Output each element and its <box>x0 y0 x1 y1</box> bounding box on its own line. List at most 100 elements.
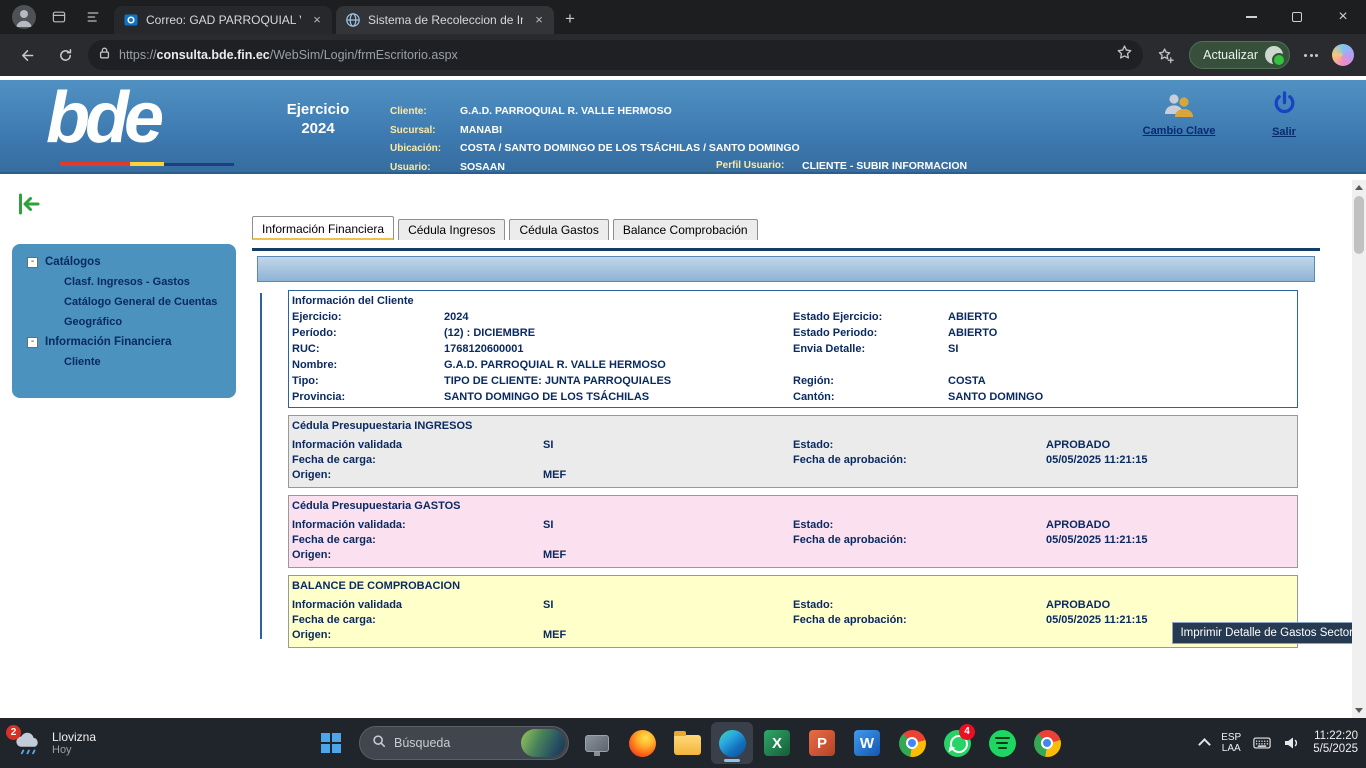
bookmark-star-icon[interactable] <box>1116 44 1133 66</box>
scroll-down-icon[interactable] <box>1352 703 1366 718</box>
tab-cedula-gastos[interactable]: Cédula Gastos <box>509 219 608 240</box>
powerpoint-icon[interactable] <box>801 722 843 764</box>
field-value: ABIERTO <box>948 325 1297 341</box>
content-box: Información del Cliente Ejercicio:2024 E… <box>252 248 1320 716</box>
sidebar-item-cliente[interactable]: Cliente <box>12 352 236 372</box>
chrome-icon[interactable] <box>891 722 933 764</box>
site-header: bde Ejercicio 2024 Cliente:G.A.D. PARROQ… <box>0 80 1366 174</box>
tab-close-icon[interactable] <box>530 11 548 29</box>
field-value: APROBADO <box>1046 598 1297 613</box>
back-icon[interactable] <box>12 40 42 70</box>
field-label: Fecha de aprobación: <box>793 613 1046 628</box>
field-label: Estado: <box>793 438 1046 453</box>
firefox-icon[interactable] <box>621 722 663 764</box>
actualizar-button[interactable]: Actualizar <box>1189 41 1290 69</box>
more-menu-icon[interactable] <box>1298 42 1324 68</box>
maximize-button[interactable] <box>1274 0 1320 34</box>
whatsapp-icon[interactable]: 4 <box>936 722 978 764</box>
field-label: Información validada <box>292 438 543 453</box>
close-window-button[interactable] <box>1320 0 1366 34</box>
spotify-icon[interactable] <box>981 722 1023 764</box>
field-label: Ejercicio: <box>292 309 444 325</box>
tray-date: 5/5/2025 <box>1313 743 1358 757</box>
page-scrollbar[interactable] <box>1352 180 1366 718</box>
tab-actions-icon[interactable] <box>78 4 108 30</box>
refresh-icon[interactable] <box>50 40 80 70</box>
tab-cedula-ingresos[interactable]: Cédula Ingresos <box>398 219 505 240</box>
address-bar[interactable]: https://consulta.bde.fin.ec/WebSim/Login… <box>88 40 1143 70</box>
field-label: Usuario: <box>390 160 460 177</box>
tray-overflow-icon[interactable] <box>1198 738 1211 751</box>
scrollbar-thumb[interactable] <box>1354 196 1364 254</box>
field-value: (12) : DICIEMBRE <box>444 325 793 341</box>
field-value: SANTO DOMINGO <box>948 389 1297 405</box>
field-label: Origen: <box>292 548 543 563</box>
tab-close-icon[interactable] <box>308 11 326 29</box>
field-label: Estado: <box>793 518 1046 533</box>
sidebar-item-informacion-financiera[interactable]: Información Financiera <box>45 336 172 348</box>
tab-title: Correo: GAD PARROQUIAL VALLE <box>146 13 301 27</box>
field-value: G.A.D. PARROQUIAL R. VALLE HERMOSO <box>444 357 793 373</box>
new-tab-button[interactable] <box>556 5 584 33</box>
tab-informacion-financiera[interactable]: Información Financiera <box>252 216 394 240</box>
file-explorer-icon[interactable] <box>666 722 708 764</box>
browser-profile-avatar[interactable] <box>12 5 36 29</box>
language-line2: LAA <box>1222 743 1241 755</box>
info-row: Fecha de carga: Fecha de aprobación:05/0… <box>289 613 1297 628</box>
sidebar-item-geografico[interactable]: Geográfico <box>12 312 236 332</box>
collapse-node-icon[interactable] <box>27 257 38 268</box>
actualizar-label: Actualizar <box>1203 48 1258 62</box>
field-label: Información validada <box>292 598 543 613</box>
field-label <box>793 357 948 373</box>
field-value: 1768120600001 <box>444 341 793 357</box>
collapse-menu-icon[interactable] <box>16 192 42 216</box>
field-value: SANTO DOMINGO DE LOS TSÁCHILAS <box>444 389 793 405</box>
sidebar-item-catalogo-general-cuentas[interactable]: Catálogo General de Cuentas <box>12 292 236 312</box>
volume-icon[interactable] <box>1283 735 1301 751</box>
sidebar-item-clasf-ingresos-gastos[interactable]: Clasf. Ingresos - Gastos <box>12 272 236 292</box>
field-value: MEF <box>543 468 793 483</box>
scroll-up-icon[interactable] <box>1352 180 1366 195</box>
language-indicator[interactable]: ESP LAA <box>1221 732 1241 755</box>
power-icon <box>1270 106 1299 123</box>
exercise-word: Ejercicio <box>268 100 368 119</box>
minimize-button[interactable] <box>1228 0 1274 34</box>
word-icon[interactable] <box>846 722 888 764</box>
field-label <box>793 628 1046 643</box>
browser-tab-correo[interactable]: Correo: GAD PARROQUIAL VALLE <box>114 6 332 34</box>
profile-label: Perfil Usuario: <box>716 158 784 175</box>
edge-icon[interactable] <box>711 722 753 764</box>
excel-icon[interactable] <box>756 722 798 764</box>
tab-balance-comprobacion[interactable]: Balance Comprobación <box>613 219 758 240</box>
field-label: Estado: <box>793 598 1046 613</box>
balance-panel: BALANCE DE COMPROBACION Información vali… <box>288 575 1298 648</box>
browser-tab-sistema[interactable]: Sistema de Recoleccion de Inform <box>336 6 554 34</box>
clock[interactable]: 11:22:20 5/5/2025 <box>1313 730 1358 757</box>
field-value: SI <box>543 438 793 453</box>
collapse-node-icon[interactable] <box>27 337 38 348</box>
taskbar-search[interactable]: Búsqueda <box>359 726 569 760</box>
favorites-icon[interactable] <box>1151 40 1181 70</box>
start-button[interactable] <box>310 722 352 764</box>
sidebar-item-catalogos[interactable]: Catálogos <box>45 256 101 268</box>
chrome-2-icon[interactable] <box>1026 722 1068 764</box>
logo-stripe <box>60 162 234 166</box>
copilot-icon[interactable] <box>1332 44 1354 66</box>
cambio-clave-link[interactable]: Cambio Clave <box>1134 92 1224 137</box>
weather-day: Hoy <box>52 744 96 756</box>
search-highlight-image[interactable] <box>521 729 565 757</box>
monitor-app-icon[interactable] <box>576 722 618 764</box>
info-row: Origen:MEF <box>289 468 1297 483</box>
salir-link[interactable]: Salir <box>1258 90 1310 138</box>
workspaces-icon[interactable] <box>44 4 74 30</box>
weather-condition: Llovizna <box>52 730 96 744</box>
field-value: MANABI <box>460 124 502 136</box>
touch-keyboard-icon[interactable] <box>1253 735 1271 751</box>
weather-widget[interactable]: 2 Llovizna Hoy <box>4 723 106 763</box>
field-label: Período: <box>292 325 444 341</box>
notification-badge: 2 <box>6 725 21 740</box>
gastos-panel: Cédula Presupuestaria GASTOS Información… <box>288 495 1298 568</box>
panel-title: BALANCE DE COMPROBACION <box>289 579 1297 594</box>
taskbar-center: Búsqueda 4 <box>310 722 1068 764</box>
globe-favicon <box>345 12 361 28</box>
